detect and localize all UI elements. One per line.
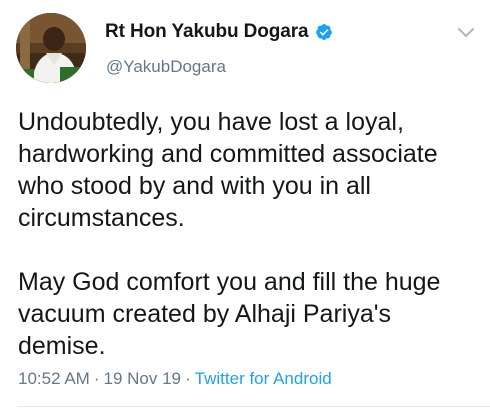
author-handle[interactable]: @YakubDogara — [106, 57, 226, 77]
tweet-date[interactable]: 19 Nov 19 — [104, 369, 182, 388]
verified-badge-icon — [315, 23, 333, 41]
author-name-row[interactable]: Rt Hon Yakubu Dogara — [105, 21, 333, 43]
meta-separator: · — [93, 369, 100, 388]
display-name[interactable]: Rt Hon Yakubu Dogara — [105, 21, 309, 43]
tweet-card: Rt Hon Yakubu Dogara @YakubDogara Undoub… — [0, 0, 490, 413]
tweet-paragraph: May God comfort you and fill the huge va… — [18, 268, 441, 360]
avatar[interactable] — [16, 13, 86, 83]
tweet-body: Undoubtedly, you have lost a loyal, hard… — [18, 106, 478, 362]
chevron-down-icon[interactable] — [456, 26, 476, 40]
avatar-photo — [16, 13, 86, 83]
meta-separator: · — [185, 369, 191, 388]
tweet-source-link[interactable]: Twitter for Android — [195, 369, 332, 388]
tweet-time[interactable]: 10:52 AM — [18, 369, 90, 388]
divider — [18, 406, 490, 407]
tweet-meta: 10:52 AM · 19 Nov 19 · Twitter for Android — [18, 369, 332, 389]
tweet-paragraph: Undoubtedly, you have lost a loyal, hard… — [18, 108, 438, 232]
